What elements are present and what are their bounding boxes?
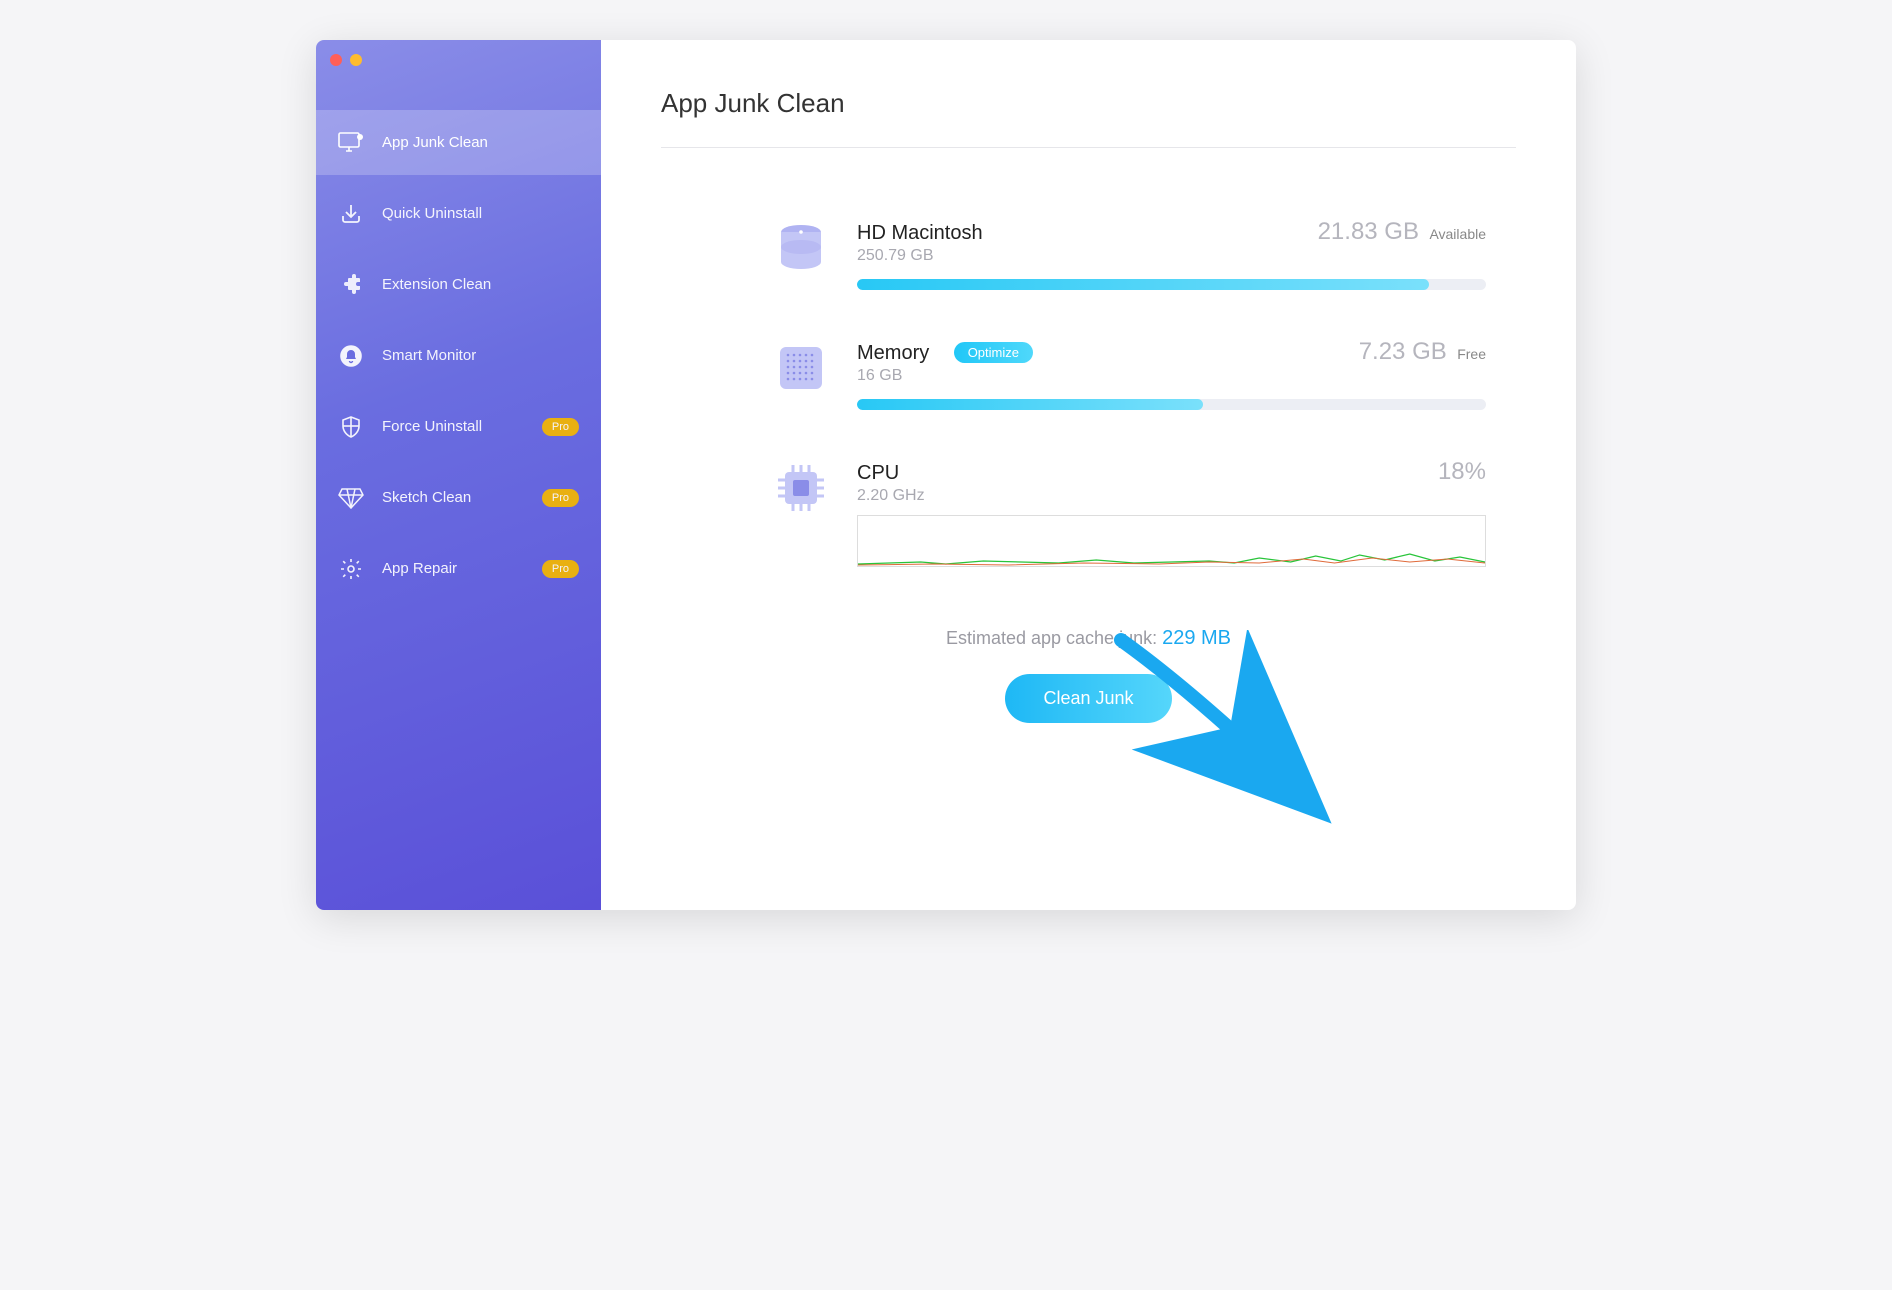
disk-icon (771, 218, 831, 278)
uninstall-icon (338, 201, 364, 227)
sidebar-item-label: App Repair (382, 560, 524, 577)
cpu-name: CPU (857, 462, 915, 485)
disk-usage-fill (857, 279, 1429, 290)
annotation-arrow (1101, 630, 1361, 830)
estimate-prefix: Estimated app cache junk: (946, 628, 1162, 648)
sidebar-item-force-uninstall[interactable]: Force Uninstall Pro (316, 394, 601, 459)
close-window-button[interactable] (330, 54, 342, 66)
disk-name: HD Macintosh (857, 222, 983, 245)
sidebar-item-label: Quick Uninstall (382, 205, 579, 222)
minimize-window-button[interactable] (350, 54, 362, 66)
shield-icon (338, 414, 364, 440)
memory-usage-fill (857, 399, 1203, 410)
sidebar-item-smart-monitor[interactable]: Smart Monitor (316, 323, 601, 388)
sidebar-item-app-junk-clean[interactable]: App Junk Clean (316, 110, 601, 175)
sidebar: App Junk Clean Quick Uninstall Extension… (316, 40, 601, 910)
disk-available-value: 21.83 GB (1318, 218, 1419, 245)
cpu-row: CPU 2.20 GHz 18% (771, 458, 1486, 567)
estimate-text: Estimated app cache junk: 229 MB (661, 627, 1516, 650)
page-title: App Junk Clean (661, 88, 1516, 148)
sidebar-item-label: App Junk Clean (382, 134, 579, 151)
stats-panel: HD Macintosh 250.79 GB 21.83 GB Availabl… (661, 218, 1516, 567)
memory-free-label: Free (1457, 346, 1486, 362)
sidebar-item-label: Force Uninstall (382, 418, 524, 435)
disk-row: HD Macintosh 250.79 GB 21.83 GB Availabl… (771, 218, 1486, 290)
main-content: App Junk Clean HD Macintosh (601, 40, 1576, 910)
pro-badge: Pro (542, 489, 579, 507)
window-controls (330, 54, 362, 66)
memory-icon (771, 338, 831, 398)
sidebar-item-sketch-clean[interactable]: Sketch Clean Pro (316, 465, 601, 530)
pro-badge: Pro (542, 418, 579, 436)
cpu-usage: 18% (1438, 458, 1486, 485)
memory-name: Memory (857, 342, 929, 364)
sidebar-item-extension-clean[interactable]: Extension Clean (316, 252, 601, 317)
cpu-clock: 2.20 GHz (857, 487, 925, 505)
memory-usage-bar (857, 399, 1486, 410)
estimate-value: 229 MB (1162, 627, 1231, 649)
sidebar-item-label: Smart Monitor (382, 347, 579, 364)
cpu-icon (771, 458, 831, 518)
disk-total: 250.79 GB (857, 247, 993, 265)
clean-junk-button[interactable]: Clean Junk (1005, 674, 1171, 723)
optimize-button[interactable]: Optimize (954, 342, 1033, 363)
monitor-clean-icon (338, 130, 364, 156)
bell-icon (338, 343, 364, 369)
memory-free-value: 7.23 GB (1359, 338, 1447, 365)
cpu-graph (857, 515, 1486, 567)
disk-usage-bar (857, 279, 1486, 290)
sidebar-item-label: Extension Clean (382, 276, 579, 293)
memory-row: Memory Optimize 16 GB 7.23 GB Free (771, 338, 1486, 410)
app-window: App Junk Clean Quick Uninstall Extension… (316, 40, 1576, 910)
sidebar-item-label: Sketch Clean (382, 489, 524, 506)
puzzle-icon (338, 272, 364, 298)
sidebar-item-app-repair[interactable]: App Repair Pro (316, 536, 601, 601)
gear-icon (338, 556, 364, 582)
pro-badge: Pro (542, 560, 579, 578)
memory-total: 16 GB (857, 367, 1033, 385)
diamond-icon (338, 485, 364, 511)
disk-available-label: Available (1429, 226, 1486, 242)
sidebar-item-quick-uninstall[interactable]: Quick Uninstall (316, 181, 601, 246)
